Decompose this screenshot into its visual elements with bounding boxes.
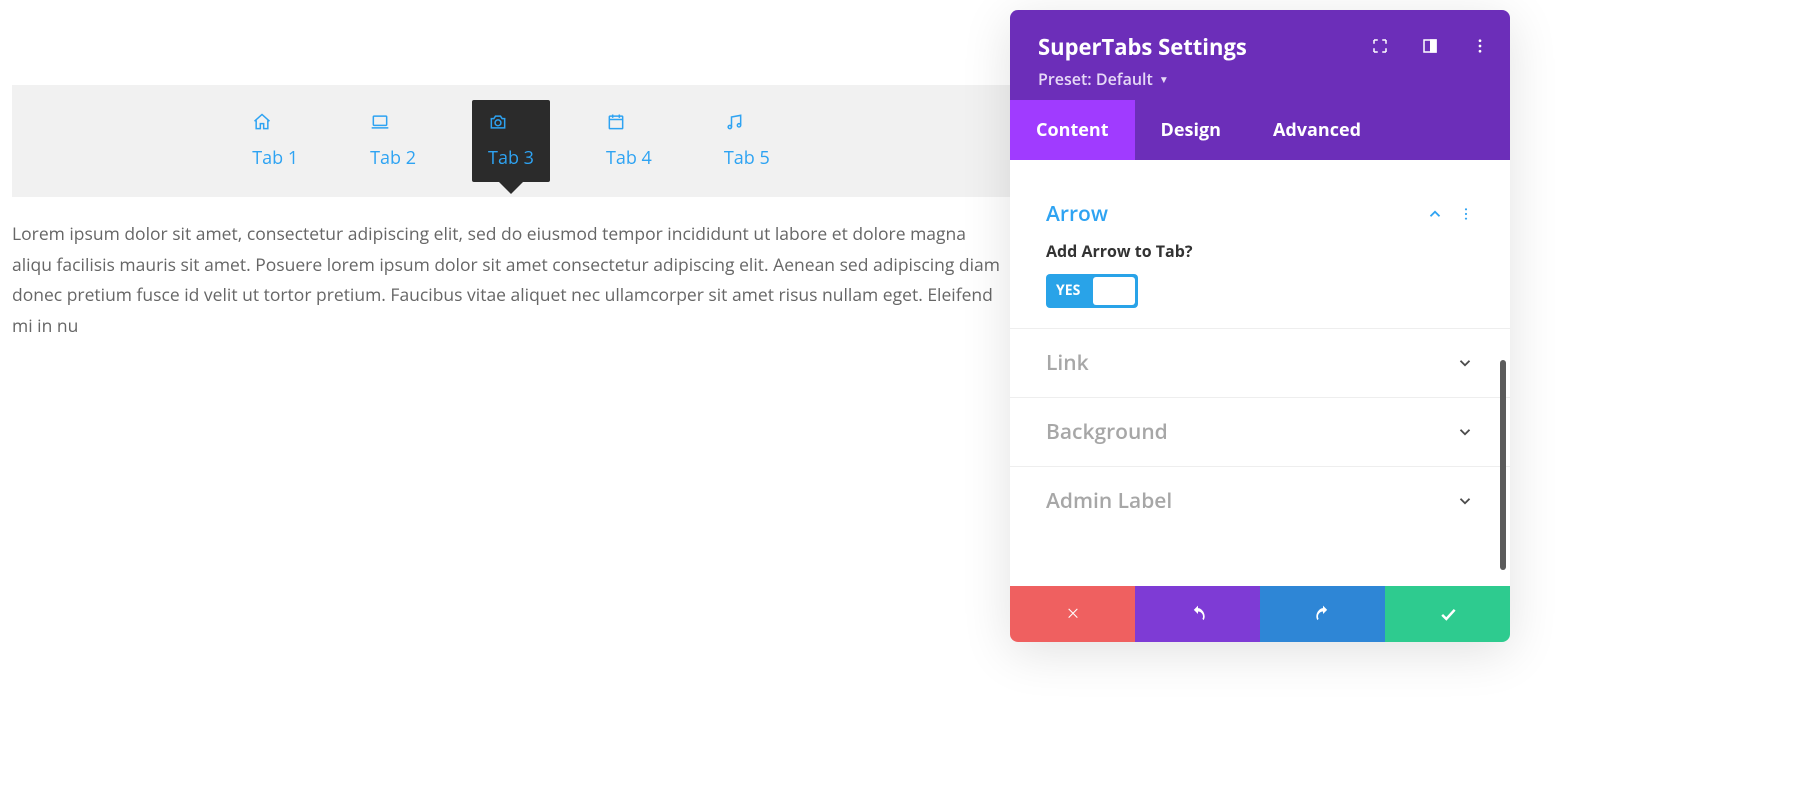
panel-tab-content[interactable]: Content <box>1010 100 1135 160</box>
chevron-down-icon[interactable] <box>1456 492 1474 510</box>
section-title-arrow: Arrow <box>1046 200 1108 228</box>
panel-body: Arrow Add Arrow to Tab? YES Link <box>1010 160 1510 586</box>
redo-button[interactable] <box>1260 586 1385 642</box>
chevron-down-icon[interactable] <box>1456 423 1474 441</box>
tab-4[interactable]: Tab 4 <box>590 100 668 182</box>
scrollbar[interactable] <box>1500 360 1506 570</box>
tab-5[interactable]: Tab 5 <box>708 100 786 182</box>
expand-icon[interactable] <box>1370 36 1390 56</box>
caret-down-icon: ▼ <box>1159 72 1169 86</box>
section-arrow: Arrow Add Arrow to Tab? YES <box>1010 180 1510 328</box>
tab-3[interactable]: Tab 3 <box>472 100 550 182</box>
close-icon <box>1064 605 1082 623</box>
panel-header-icons <box>1370 36 1490 56</box>
tabs-preview: Tab 1 Tab 2 Tab 3 Tab 4 Tab 5 <box>12 85 1010 342</box>
calendar-icon <box>606 112 652 132</box>
check-icon <box>1438 604 1458 624</box>
music-icon <box>724 112 770 132</box>
tab-1[interactable]: Tab 1 <box>236 100 314 182</box>
section-title-background: Background <box>1046 418 1168 446</box>
tab-label: Tab 3 <box>488 146 534 170</box>
camera-icon <box>488 112 534 132</box>
panel-tabs: Content Design Advanced <box>1010 100 1510 160</box>
undo-button[interactable] <box>1135 586 1260 642</box>
preset-label: Preset: Default <box>1038 68 1153 90</box>
tab-label: Tab 4 <box>606 146 652 170</box>
kebab-icon[interactable] <box>1458 206 1474 222</box>
field-label-add-arrow: Add Arrow to Tab? <box>1046 240 1474 262</box>
section-admin-label[interactable]: Admin Label <box>1010 466 1510 535</box>
tab-label: Tab 1 <box>252 146 298 170</box>
panel-footer <box>1010 586 1510 642</box>
panel-tab-design[interactable]: Design <box>1135 100 1247 160</box>
tab-label: Tab 5 <box>724 146 770 170</box>
laptop-icon <box>370 112 416 132</box>
kebab-icon[interactable] <box>1470 36 1490 56</box>
tab-2[interactable]: Tab 2 <box>354 100 432 182</box>
tab-label: Tab 2 <box>370 146 416 170</box>
panel-header: SuperTabs Settings Preset: Default ▼ <box>1010 10 1510 100</box>
section-background[interactable]: Background <box>1010 397 1510 466</box>
undo-icon <box>1188 604 1208 624</box>
home-icon <box>252 112 298 132</box>
section-title-link: Link <box>1046 349 1089 377</box>
settings-panel: SuperTabs Settings Preset: Default ▼ Con… <box>1010 10 1510 642</box>
cancel-button[interactable] <box>1010 586 1135 642</box>
chevron-down-icon[interactable] <box>1456 354 1474 372</box>
tabbar: Tab 1 Tab 2 Tab 3 Tab 4 Tab 5 <box>12 85 1010 197</box>
chevron-up-icon[interactable] <box>1426 205 1444 223</box>
toggle-add-arrow[interactable]: YES <box>1046 274 1138 308</box>
save-button[interactable] <box>1385 586 1510 642</box>
section-link[interactable]: Link <box>1010 328 1510 397</box>
toggle-knob <box>1093 277 1135 305</box>
toggle-on-text: YES <box>1056 274 1080 308</box>
section-title-admin-label: Admin Label <box>1046 487 1172 515</box>
panel-tab-advanced[interactable]: Advanced <box>1247 100 1387 160</box>
tab-body-text: Lorem ipsum dolor sit amet, consectetur … <box>12 219 1010 342</box>
snap-right-icon[interactable] <box>1420 36 1440 56</box>
redo-icon <box>1313 604 1333 624</box>
preset-selector[interactable]: Preset: Default ▼ <box>1038 68 1169 90</box>
